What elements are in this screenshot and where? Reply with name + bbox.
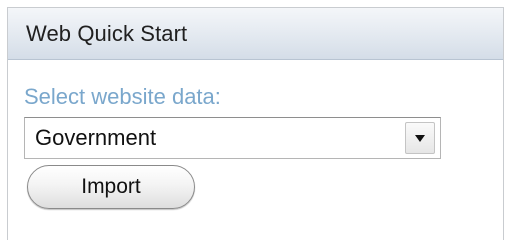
web-quick-start-panel: Web Quick Start Select website data: Gov… [7, 7, 504, 240]
panel-body: Select website data: Government Import [8, 60, 503, 240]
panel-title: Web Quick Start [26, 20, 188, 46]
website-data-select-value: Government [35, 125, 157, 150]
panel-header: Web Quick Start [8, 8, 503, 60]
import-button[interactable]: Import [27, 165, 195, 209]
select-website-data-label: Select website data: [24, 84, 221, 109]
website-data-select[interactable]: Government [24, 117, 441, 159]
dropdown-arrow-button[interactable] [405, 122, 435, 154]
triangle-down-icon [415, 134, 425, 142]
